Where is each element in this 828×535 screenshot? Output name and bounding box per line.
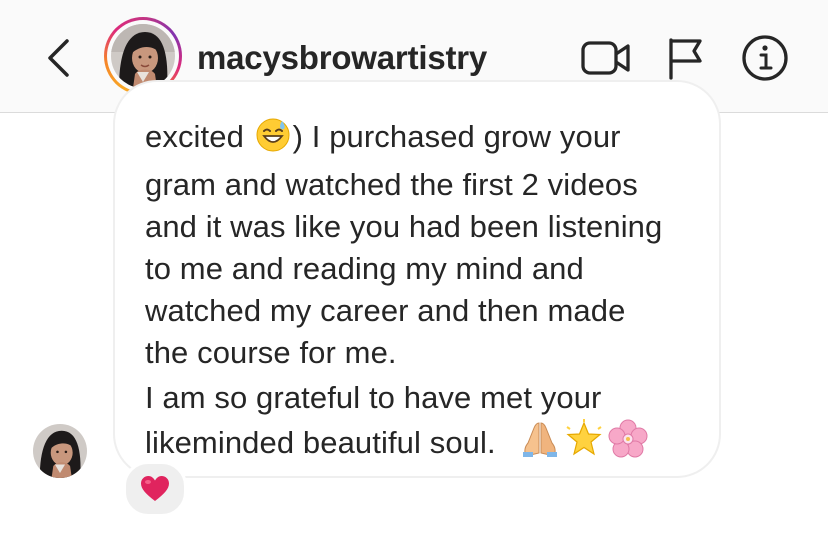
flag-icon (669, 38, 702, 80)
folded-hands-emoji (520, 419, 560, 470)
back-button[interactable] (38, 36, 78, 80)
message-line: gram and watched the first 2 videos (145, 167, 638, 202)
red-heart-emoji (141, 476, 169, 501)
avatar (111, 24, 175, 88)
message-line: I am so grateful to have met your (145, 380, 602, 415)
report-button[interactable] (662, 34, 708, 82)
message-line: likeminded beautiful soul. (145, 419, 705, 470)
glowing-star-emoji (564, 419, 604, 470)
message-line: the course for me. (145, 335, 397, 370)
sender-avatar[interactable] (33, 424, 87, 478)
message-text: excited ) I purchased grow your gram and… (145, 116, 705, 470)
info-icon (742, 35, 788, 81)
conversation-info-button[interactable] (738, 34, 792, 82)
heart-reaction[interactable] (123, 461, 187, 517)
cherry-blossom-emoji (608, 419, 648, 470)
video-call-button[interactable] (578, 34, 634, 82)
message-line: and it was like you had been listening (145, 209, 663, 244)
video-camera-icon (581, 41, 630, 75)
message-line: excited ) I purchased grow your (145, 116, 705, 164)
message-line: watched my career and then made (145, 293, 626, 328)
message-line: to me and reading my mind and (145, 251, 584, 286)
conversation-username[interactable]: macysbrowartistry (197, 38, 487, 78)
sweat-smile-emoji (255, 117, 291, 164)
chevron-left-icon (48, 39, 69, 77)
